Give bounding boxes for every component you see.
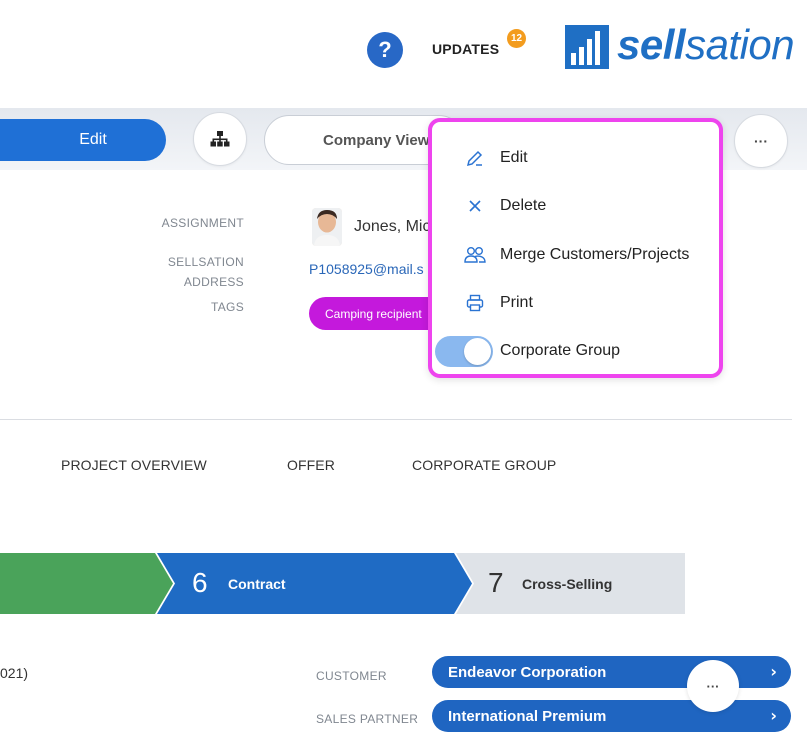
- actions-dropdown-menu: Edit Delete Merge Customers/Projects Pri…: [428, 118, 723, 378]
- person-avatar-icon: [312, 208, 342, 246]
- menu-item-delete-label: Delete: [500, 197, 547, 214]
- sales-pipeline: 6 Contract 7 Cross-Selling: [0, 553, 690, 614]
- top-header: ? UPDATES 12 sellsation: [0, 0, 807, 108]
- org-chart-button[interactable]: [193, 112, 247, 166]
- question-mark-icon: ?: [378, 37, 392, 62]
- hierarchy-icon: [210, 131, 230, 147]
- logo-bars-icon: [565, 25, 609, 69]
- address-label-line1: SELLSATION: [167, 255, 244, 269]
- toggle-knob: [464, 337, 491, 365]
- updates-count-badge: 12: [507, 29, 526, 48]
- customer-label: CUSTOMER: [316, 669, 387, 683]
- menu-item-corporate-group[interactable]: Corporate Group: [432, 327, 719, 375]
- pipeline-step-done: [0, 553, 173, 614]
- address-label-line2: ADDRESS: [183, 275, 244, 289]
- printer-icon: [464, 292, 486, 314]
- pipeline-step-number-6: 6: [192, 567, 208, 598]
- edit-button[interactable]: Edit: [0, 119, 166, 161]
- menu-item-delete[interactable]: Delete: [432, 182, 719, 230]
- assignee-name[interactable]: Jones, Mic: [354, 218, 430, 236]
- updates-link[interactable]: UPDATES: [432, 41, 499, 57]
- tab-offer[interactable]: OFFER: [287, 457, 335, 473]
- close-icon: [464, 195, 486, 217]
- assignment-label: ASSIGNMENT: [161, 216, 244, 230]
- pipeline-step-label-contract[interactable]: Contract: [228, 576, 286, 592]
- sellsation-logo: sellsation: [565, 25, 807, 73]
- chevron-right-icon: ›: [770, 662, 777, 681]
- menu-item-print-label: Print: [500, 294, 533, 311]
- email-link[interactable]: P1058925@mail.s: [309, 261, 424, 277]
- tags-label: TAGS: [211, 300, 244, 314]
- pencil-icon: [464, 147, 486, 169]
- sales-partner-name: International Premium: [448, 707, 607, 725]
- corporate-group-toggle[interactable]: [435, 335, 493, 367]
- section-divider: [0, 419, 792, 420]
- customer-name: Endeavor Corporation: [448, 663, 607, 681]
- menu-item-corporate-group-label: Corporate Group: [500, 342, 621, 359]
- pipeline-step-label-cross-selling[interactable]: Cross-Selling: [522, 576, 612, 592]
- users-icon: [464, 244, 486, 266]
- date-fragment: 021): [0, 665, 29, 681]
- more-options-button[interactable]: ···: [687, 660, 739, 712]
- chevron-right-icon: ›: [770, 706, 777, 725]
- menu-item-merge-label: Merge Customers/Projects: [500, 246, 690, 263]
- menu-item-print[interactable]: Print: [432, 279, 719, 327]
- sales-partner-label: SALES PARTNER: [316, 712, 419, 726]
- avatar: [312, 208, 342, 246]
- help-button[interactable]: ?: [367, 32, 403, 68]
- menu-item-edit-label: Edit: [500, 149, 528, 166]
- logo-wordmark: sellsation: [617, 25, 795, 68]
- tab-corporate-group[interactable]: CORPORATE GROUP: [412, 457, 556, 473]
- menu-item-merge[interactable]: Merge Customers/Projects: [432, 231, 719, 279]
- menu-item-edit[interactable]: Edit: [432, 134, 719, 182]
- more-actions-button[interactable]: ···: [734, 114, 788, 168]
- tab-project-overview[interactable]: PROJECT OVERVIEW: [61, 457, 207, 473]
- pipeline-step-number-7: 7: [488, 567, 504, 598]
- sales-partner-link[interactable]: International Premium ›: [432, 700, 791, 732]
